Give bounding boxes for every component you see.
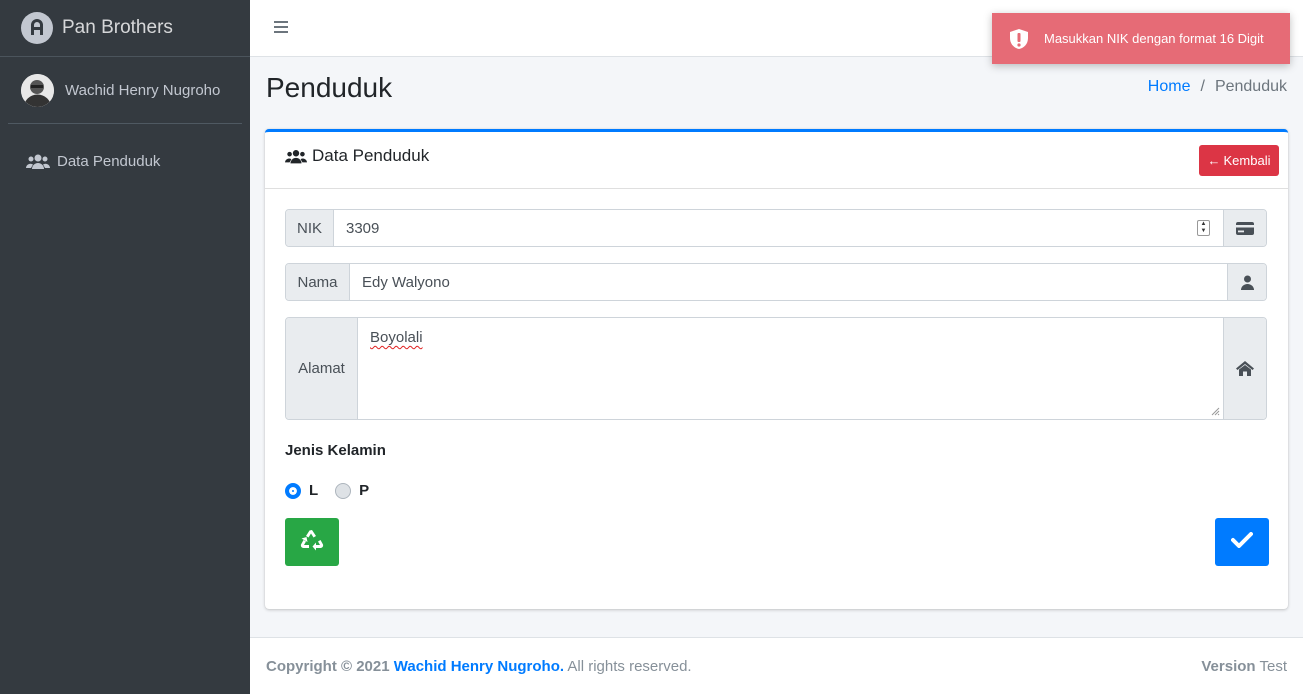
- users-icon: [285, 148, 307, 164]
- breadcrumb-separator: /: [1200, 78, 1205, 95]
- sidebar-item-label: Data Penduduk: [57, 152, 161, 170]
- card-header: Data Penduduk ← Kembali: [265, 132, 1288, 189]
- gender-label: Jenis Kelamin: [285, 442, 386, 459]
- home-icon: [1223, 318, 1266, 419]
- gender-option-l-label[interactable]: L: [309, 482, 318, 499]
- gender-radio-group: L P: [285, 482, 369, 499]
- avatar: [21, 73, 54, 107]
- version-value: Test: [1259, 657, 1287, 675]
- card-title: Data Penduduk: [285, 146, 429, 166]
- exclamation-shield-icon: [1008, 28, 1030, 50]
- user-icon: [1227, 264, 1266, 300]
- version-label: Version: [1201, 657, 1256, 675]
- copyright-prefix: Copyright © 2021: [266, 657, 390, 675]
- nik-label: NIK: [286, 210, 334, 246]
- breadcrumb-current: Penduduk: [1214, 78, 1287, 95]
- sidebar: Pan Brothers Wachid Henry Nugroho Data P…: [0, 0, 250, 694]
- breadcrumb-home-link[interactable]: Home: [1148, 78, 1191, 96]
- gender-radio-p[interactable]: [335, 482, 352, 499]
- alamat-label: Alamat: [286, 318, 358, 419]
- author-link[interactable]: Wachid Henry Nugroho.: [394, 658, 564, 675]
- nik-input-group: NIK 3309 ▲ ▼: [285, 209, 1267, 247]
- footer-copyright: Copyright © 2021 Wachid Henry Nugroho. A…: [266, 658, 692, 675]
- gender-option-p-label[interactable]: P: [359, 482, 369, 499]
- arrow-left-icon: ←: [1207, 153, 1221, 168]
- nama-value: Edy Walyono: [362, 273, 450, 291]
- back-button-label: Kembali: [1223, 153, 1271, 168]
- alamat-textarea[interactable]: Boyolali: [358, 318, 1223, 419]
- brand-text: Pan Brothers: [62, 17, 173, 38]
- page-title: Penduduk: [266, 72, 393, 103]
- check-icon: [1231, 531, 1253, 553]
- data-penduduk-card: Data Penduduk ← Kembali NIK 3309 ▲ ▼ Nama…: [265, 129, 1288, 609]
- user-name: Wachid Henry Nugroho: [65, 81, 221, 99]
- resize-handle-icon[interactable]: [1211, 407, 1220, 416]
- footer-version: Version Test: [1201, 658, 1287, 675]
- reset-button[interactable]: [285, 518, 339, 566]
- breadcrumb: Home / Penduduk: [1148, 78, 1287, 96]
- nik-value: 3309: [346, 219, 380, 237]
- toast-message: Masukkan NIK dengan format 16 Digit: [1044, 31, 1264, 46]
- user-panel[interactable]: Wachid Henry Nugroho: [8, 57, 242, 124]
- recycle-icon: [300, 529, 324, 556]
- submit-button[interactable]: [1215, 518, 1269, 566]
- brand-logo-icon: [21, 12, 53, 44]
- nama-input-group: Nama Edy Walyono: [285, 263, 1267, 301]
- footer: Copyright © 2021 Wachid Henry Nugroho. A…: [250, 637, 1303, 694]
- card-title-text: Data Penduduk: [312, 146, 430, 165]
- menu-toggle-icon[interactable]: [274, 21, 288, 35]
- alamat-input-group: Alamat Boyolali: [285, 317, 1267, 420]
- sidebar-nav: Data Penduduk: [0, 145, 250, 177]
- id-card-icon: [1223, 210, 1266, 246]
- sidebar-item-data-penduduk[interactable]: Data Penduduk: [0, 145, 250, 177]
- number-spinner[interactable]: ▲ ▼: [1197, 220, 1210, 236]
- alamat-value: Boyolali: [370, 329, 423, 346]
- gender-radio-l[interactable]: [285, 482, 301, 499]
- error-toast[interactable]: Masukkan NIK dengan format 16 Digit: [992, 13, 1290, 64]
- users-icon: [26, 152, 50, 170]
- nama-label: Nama: [286, 264, 350, 300]
- brand-link[interactable]: Pan Brothers: [0, 0, 250, 57]
- copyright-suffix: All rights reserved.: [567, 657, 692, 675]
- nik-input[interactable]: 3309 ▲ ▼: [334, 210, 1223, 246]
- back-button[interactable]: ← Kembali: [1199, 145, 1279, 176]
- nama-input[interactable]: Edy Walyono: [350, 264, 1227, 300]
